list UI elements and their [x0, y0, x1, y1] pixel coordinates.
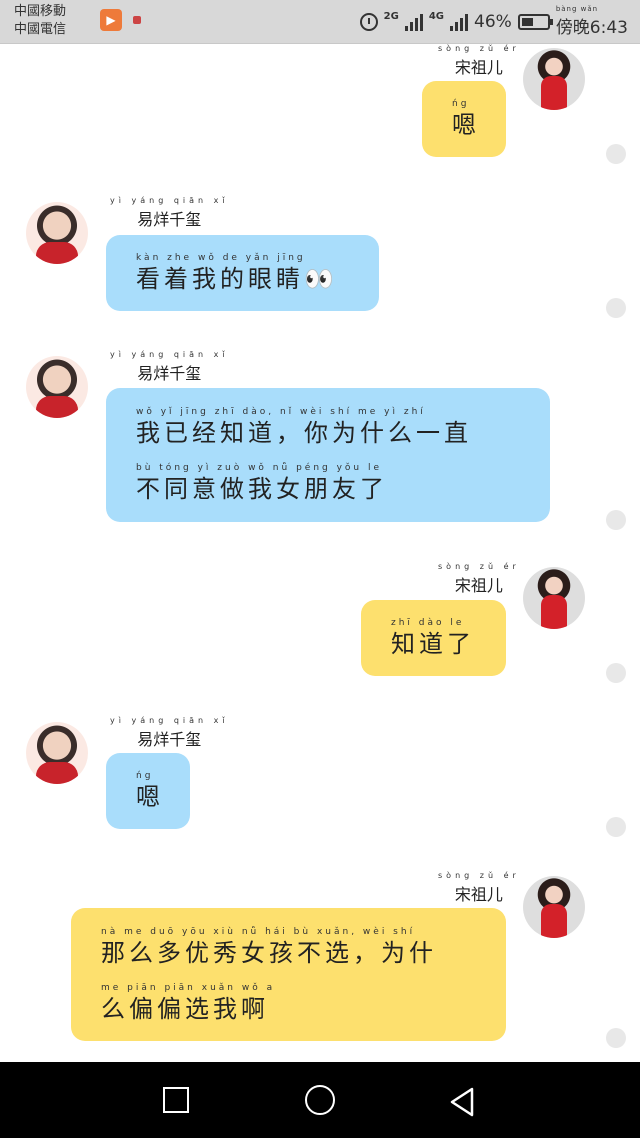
- read-status-icon: [606, 663, 626, 683]
- message-bubble[interactable]: wǒ yǐ jīng zhī dào, nǐ wèi shí me yì zhí…: [106, 388, 550, 522]
- sender-name: sòng zǔ ér 宋祖儿: [438, 44, 520, 78]
- sender-name: sòng zǔ ér 宋祖儿: [438, 562, 520, 596]
- sender-name-pinyin: sòng zǔ ér: [438, 562, 520, 571]
- message-line: ńg 嗯: [136, 770, 160, 812]
- line-text: 看着我的眼睛👀: [136, 265, 338, 293]
- network-type-2: 4G: [428, 10, 445, 22]
- video-app-icon: ▶: [100, 9, 122, 31]
- avatar[interactable]: [523, 48, 585, 110]
- sender-name-text: 宋祖儿: [454, 885, 503, 904]
- battery-percent: 46%: [474, 12, 512, 32]
- message-line: me piān piān xuǎn wǒ a 么偏偏选我啊: [101, 982, 476, 1024]
- battery-fill: [521, 18, 533, 26]
- message-bubble[interactable]: zhī dào le 知道了: [361, 600, 506, 676]
- line-pinyin: nà me duō yōu xiù nǚ hái bù xuǎn, wèi sh…: [101, 926, 416, 937]
- alarm-icon: [359, 13, 378, 31]
- avatar[interactable]: [523, 567, 585, 629]
- network-type-1: 2G: [383, 10, 399, 22]
- sender-name: yì yáng qiān xǐ 易烊千玺: [110, 196, 229, 230]
- sender-name-pinyin: yì yáng qiān xǐ: [110, 350, 229, 359]
- battery-icon: [517, 14, 553, 30]
- sender-name-pinyin: sòng zǔ ér: [438, 44, 520, 53]
- line-pinyin: ńg: [452, 99, 470, 109]
- message-line: ńg 嗯: [452, 98, 476, 140]
- status-icons: 2G 4G 46% bàng wǎn 傍晚6:43: [359, 5, 628, 39]
- message-bubble[interactable]: nà me duō yōu xiù nǚ hái bù xuǎn, wèi sh…: [71, 908, 506, 1041]
- line-pinyin: ńg: [136, 771, 154, 781]
- line-pinyin: zhī dào le: [391, 618, 465, 628]
- carrier-labels: 中國移動 中國電信: [14, 3, 66, 39]
- avatar[interactable]: [26, 722, 88, 784]
- line-text: 知道了: [391, 630, 475, 658]
- triangle-back-icon[interactable]: [448, 1087, 476, 1117]
- sender-name-text: 宋祖儿: [454, 58, 503, 77]
- line-text: 嗯: [136, 783, 164, 811]
- line-text: 么偏偏选我啊: [101, 994, 269, 1023]
- signal-icon-1: [404, 13, 423, 31]
- message-line: zhī dào le 知道了: [391, 617, 476, 659]
- line-text: 我已经知道，你为什么一直: [136, 419, 472, 447]
- message-bubble[interactable]: ńg 嗯: [422, 81, 506, 157]
- line-pinyin: wǒ yǐ jīng zhī dào, nǐ wèi shí me yì zhí: [136, 407, 426, 417]
- sender-name-text: 易烊千玺: [137, 364, 202, 383]
- line-pinyin: kàn zhe wǒ de yǎn jīng: [136, 253, 306, 263]
- sender-name: yì yáng qiān xǐ 易烊千玺: [110, 350, 229, 384]
- navigation-bar: [0, 1062, 640, 1138]
- read-status-icon: [606, 510, 626, 530]
- sender-name-pinyin: yì yáng qiān xǐ: [110, 196, 229, 205]
- status-bar: 中國移動 中國電信 ▶ 2G 4G 46% bàng wǎn 傍晚6:43: [0, 0, 640, 44]
- sender-name-text: 易烊千玺: [137, 210, 202, 229]
- read-status-icon: [606, 817, 626, 837]
- avatar[interactable]: [26, 202, 88, 264]
- sender-name-pinyin: yì yáng qiān xǐ: [110, 716, 229, 725]
- line-pinyin: bù tóng yì zuò wǒ nǚ péng yǒu le: [136, 463, 383, 473]
- message-line: nà me duō yōu xiù nǚ hái bù xuǎn, wèi sh…: [101, 926, 476, 968]
- carrier-2: 中國電信: [14, 22, 67, 37]
- read-status-icon: [606, 298, 626, 318]
- message-line: kàn zhe wǒ de yǎn jīng 看着我的眼睛👀: [136, 252, 349, 294]
- sender-name: yì yáng qiān xǐ 易烊千玺: [110, 716, 229, 750]
- line-text: 嗯: [452, 111, 480, 139]
- time-pinyin: bàng wǎn: [555, 5, 599, 13]
- sender-name: sòng zǔ ér 宋祖儿: [438, 871, 520, 905]
- read-status-icon: [606, 1028, 626, 1048]
- notification-icon: [133, 16, 141, 24]
- signal-icon-2: [450, 13, 469, 31]
- message-bubble[interactable]: ńg 嗯: [106, 753, 190, 829]
- square-icon[interactable]: [163, 1087, 189, 1113]
- message-line: bù tóng yì zuò wǒ nǚ péng yǒu le 不同意做我女朋…: [136, 462, 520, 504]
- avatar[interactable]: [26, 356, 88, 418]
- time: 傍晚6:43: [555, 18, 628, 38]
- carrier-1: 中國移動: [14, 4, 67, 19]
- circle-icon[interactable]: [305, 1085, 335, 1115]
- sender-name-text: 易烊千玺: [137, 730, 202, 749]
- line-text: 那么多优秀女孩不选，为什: [101, 938, 437, 967]
- read-status-icon: [606, 144, 626, 164]
- message-line: wǒ yǐ jīng zhī dào, nǐ wèi shí me yì zhí…: [136, 406, 520, 448]
- message-bubble[interactable]: kàn zhe wǒ de yǎn jīng 看着我的眼睛👀: [106, 235, 379, 311]
- line-pinyin: me piān piān xuǎn wǒ a: [101, 982, 276, 993]
- clock: bàng wǎn 傍晚6:43: [555, 5, 628, 39]
- sender-name-text: 宋祖儿: [454, 576, 503, 595]
- line-text: 不同意做我女朋友了: [136, 475, 388, 503]
- sender-name-pinyin: sòng zǔ ér: [438, 871, 520, 880]
- avatar[interactable]: [523, 876, 585, 938]
